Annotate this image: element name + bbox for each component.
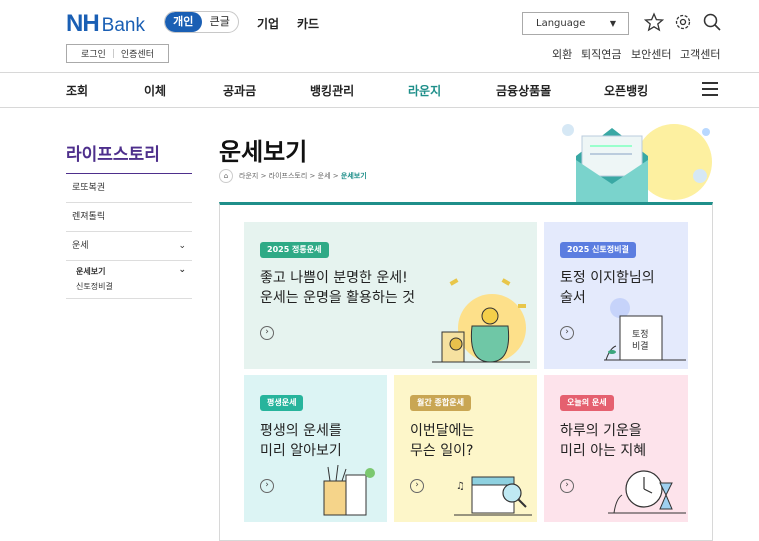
login-cert-box: 로그인 | 인증센터 (66, 44, 169, 63)
sidebar-item-label: 운세보기 (76, 267, 106, 276)
page-title: 운세보기 (219, 138, 308, 166)
menu-inquiry[interactable]: 조회 (66, 82, 88, 99)
sidebar-subitem-tojeong[interactable]: 신토정비결 (76, 281, 113, 292)
breadcrumb-lifestory[interactable]: 라이프스토리 (269, 171, 308, 181)
sidebar-item-renjeo[interactable]: 렌져톨릭 (66, 203, 192, 232)
header-divider (0, 72, 759, 73)
util-forex[interactable]: 외환 (552, 46, 572, 62)
sidebar-item-label: 운세 (72, 241, 89, 251)
card-title: 이번달에는 무슨 일이? (410, 423, 475, 459)
gear-icon[interactable] (673, 12, 693, 32)
menu-utility[interactable]: 공과금 (223, 82, 256, 99)
star-icon[interactable] (644, 12, 664, 32)
sidebar-item-label: 렌져톨릭 (72, 212, 106, 222)
sidebar-item-fortune-view[interactable]: 운세보기 ⌄ (66, 261, 192, 299)
card-title: 하루의 기운을 미리 아는 지혜 (560, 423, 647, 459)
money-bag-illustration (432, 278, 530, 363)
personal-largetext-toggle[interactable]: 개인 큰글 (164, 11, 239, 33)
logo-bank: Bank (101, 15, 145, 36)
menu-open-banking[interactable]: 오픈뱅킹 (604, 82, 648, 99)
menu-transfer[interactable]: 이체 (144, 82, 166, 99)
card-lifetime-fortune[interactable]: 평생운세 평생의 운세를 미리 알아보기 › (244, 375, 387, 522)
arrow-right-icon[interactable]: › (560, 326, 574, 340)
language-select[interactable]: Language ▼ (522, 12, 629, 35)
home-icon[interactable]: ⌂ (219, 169, 233, 183)
segment-personal[interactable]: 개인 (165, 12, 202, 32)
card-badge: 2025 정통운세 (260, 242, 329, 258)
arrow-right-icon[interactable]: › (560, 479, 574, 493)
envelope-illustration (562, 124, 712, 204)
card-badge: 월간 종합운세 (410, 395, 471, 411)
menu-banking-mgmt[interactable]: 뱅킹관리 (310, 82, 354, 99)
arrow-right-icon[interactable]: › (260, 326, 274, 340)
util-customer[interactable]: 고객센터 (680, 46, 720, 62)
login-button[interactable]: 로그인 (81, 47, 106, 60)
caret-down-icon: ▼ (609, 19, 616, 28)
util-pension[interactable]: 퇴직연금 (581, 46, 621, 62)
nav-business[interactable]: 기업 (257, 15, 279, 32)
svg-text:♫: ♫ (456, 481, 465, 492)
hamburger-menu-icon[interactable] (702, 82, 718, 96)
sidebar-title: 라이프스토리 (66, 145, 160, 165)
chevron-down-icon: ⌄ (178, 265, 186, 275)
book-label: 토정 비결 (632, 330, 649, 352)
clock-hourglass-illustration (608, 470, 686, 514)
breadcrumb-lounge[interactable]: 라운지 (239, 171, 258, 181)
chevron-down-icon: ⌄ (178, 241, 186, 251)
card-badge: 2025 신토정비결 (560, 242, 636, 258)
card-2025-tojeong[interactable]: 2025 신토정비결 토정 이지함님의 술서 › 토정 비결 (544, 222, 688, 369)
nav-card[interactable]: 카드 (297, 15, 319, 32)
arrow-right-icon[interactable]: › (410, 479, 424, 493)
sidebar-item-lotto[interactable]: 로또복권 (66, 174, 192, 203)
card-badge: 오늘의 운세 (560, 395, 614, 411)
card-today-fortune[interactable]: 오늘의 운세 하루의 기운을 미리 아는 지혜 › (544, 375, 688, 522)
breadcrumb-fortune[interactable]: 운세 (318, 171, 331, 181)
card-title: 평생의 운세를 미리 알아보기 (260, 423, 342, 459)
arrow-right-icon[interactable]: › (260, 479, 274, 493)
menu-product-mall[interactable]: 금융상품몰 (496, 82, 551, 99)
nh-bank-logo[interactable]: NH Bank (66, 10, 145, 38)
breadcrumb-sep: > (260, 172, 267, 180)
sidebar-item-fortune[interactable]: 운세 ⌄ (66, 232, 192, 261)
breadcrumb: ⌂ 라운지 > 라이프스토리 > 운세 > 운세보기 (219, 169, 367, 183)
logo-nh: NH (66, 10, 100, 37)
menu-divider (0, 107, 759, 108)
breadcrumb-sep: > (309, 172, 316, 180)
separator: | (111, 48, 115, 59)
util-security[interactable]: 보안센터 (631, 46, 671, 62)
language-label: Language (536, 18, 586, 29)
segment-large-text[interactable]: 큰글 (202, 12, 239, 32)
card-2025-fortune[interactable]: 2025 정통운세 좋고 나쁨이 분명한 운세! 운세는 운명을 활용하는 것 … (244, 222, 537, 369)
card-badge: 평생운세 (260, 395, 304, 411)
card-title: 좋고 나쁨이 분명한 운세! 운세는 운명을 활용하는 것 (260, 270, 416, 306)
sidebar-item-label: 로또복권 (72, 183, 106, 193)
card-monthly-fortune[interactable]: 월간 종합운세 이번달에는 무슨 일이? › ♫ (394, 375, 537, 522)
search-icon[interactable] (702, 12, 722, 32)
pencil-cup-illustration (323, 464, 375, 516)
cert-center-button[interactable]: 인증센터 (121, 47, 154, 60)
breadcrumb-current: 운세보기 (340, 172, 367, 180)
menu-lounge[interactable]: 라운지 (408, 82, 441, 99)
calendar-illustration: ♫ (454, 476, 532, 516)
breadcrumb-sep: > (332, 172, 339, 180)
